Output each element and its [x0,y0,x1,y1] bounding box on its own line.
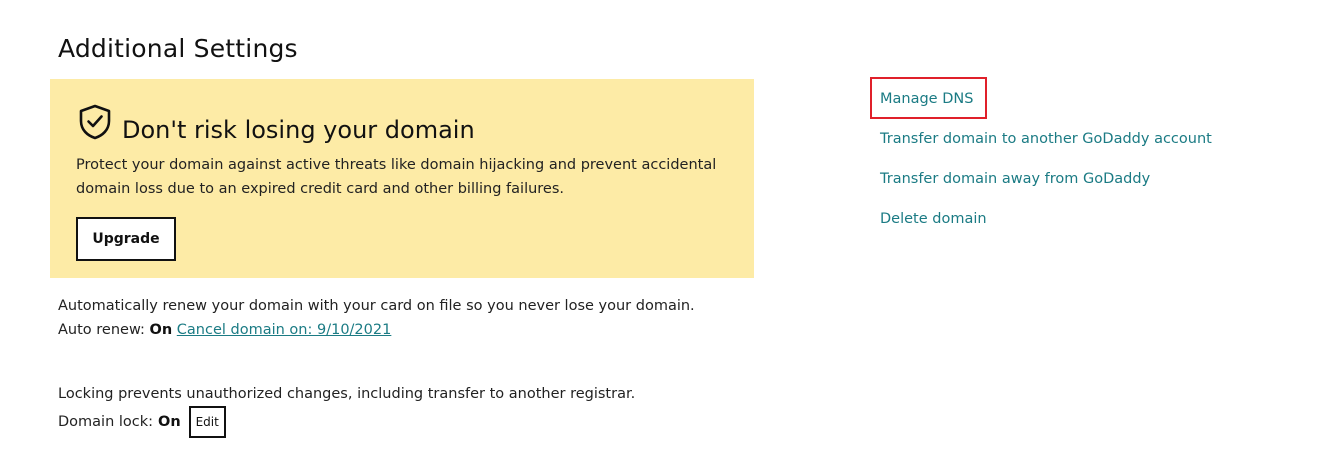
section-title: Additional Settings [58,34,298,63]
domain-lock-description: Locking prevents unauthorized changes, i… [58,386,636,402]
promo-heading: Don't risk losing your domain [78,104,475,144]
upgrade-button[interactable]: Upgrade [76,217,176,261]
cancel-domain-link[interactable]: Cancel domain on: 9/10/2021 [177,322,392,338]
transfer-to-godaddy-account-link[interactable]: Transfer domain to another GoDaddy accou… [880,129,1212,149]
manage-dns-link[interactable]: Manage DNS [880,89,973,109]
transfer-away-link[interactable]: Transfer domain away from GoDaddy [880,169,1150,189]
domain-lock-edit-button[interactable]: Edit [188,406,226,438]
auto-renew-description: Automatically renew your domain with you… [58,298,695,314]
auto-renew-value: On [149,322,173,338]
delete-domain-link[interactable]: Delete domain [880,209,987,229]
domain-lock-label: Domain lock: [58,414,154,430]
auto-renew-label: Auto renew: [58,322,145,338]
domain-lock-status: Domain lock: On Edit [58,406,226,438]
auto-renew-status: Auto renew: On Cancel domain on: 9/10/20… [58,320,391,340]
domain-lock-value: On [158,414,181,430]
promo-title: Don't risk losing your domain [122,116,475,144]
shield-check-icon [78,104,112,140]
promo-description: Protect your domain against active threa… [76,157,717,197]
